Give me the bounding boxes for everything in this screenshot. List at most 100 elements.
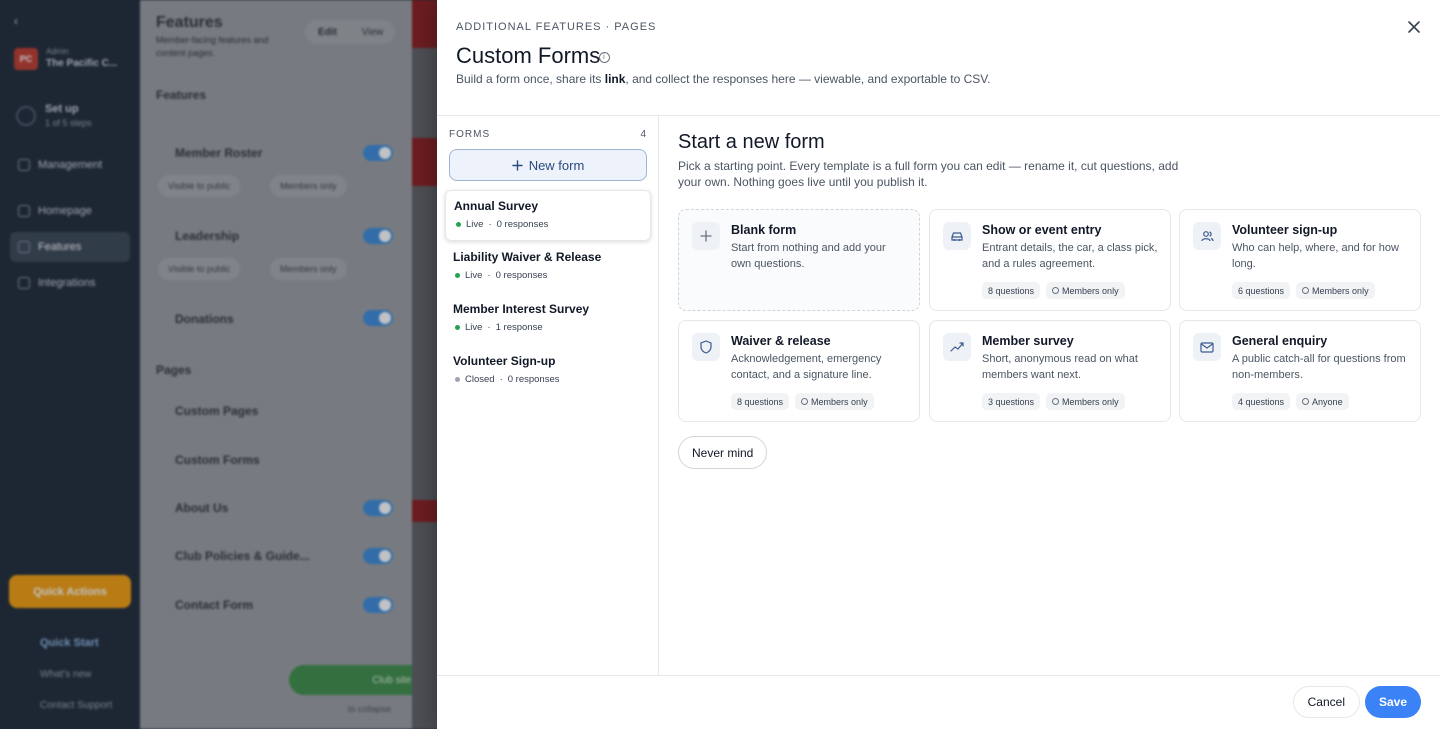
form-item-annual-survey[interactable]: Annual Survey Live · 0 responses	[445, 190, 651, 241]
forms-count: 4	[640, 129, 646, 140]
subtitle-text: Build a form once, share its	[456, 72, 605, 86]
form-status: Live	[465, 322, 483, 333]
template-tags: 8 questions Members only	[982, 282, 1125, 299]
access-label: Anyone	[1312, 396, 1343, 407]
form-status: Closed	[465, 374, 495, 385]
form-item-liability-waiver[interactable]: Liability Waiver & Release Live · 0 respon…	[445, 242, 651, 293]
status-dot	[455, 273, 460, 278]
status-dot	[455, 377, 460, 382]
questions-badge: 8 questions	[982, 282, 1041, 299]
form-name: Annual Survey	[454, 199, 539, 213]
access-label: Members only	[811, 396, 868, 407]
template-desc: A public catch-all for questions from no…	[1232, 353, 1406, 381]
template-tags: 4 questions Anyone	[1232, 393, 1349, 410]
trend-icon	[943, 333, 971, 361]
breadcrumb: Additional Features · Pages	[456, 21, 657, 33]
link-emphasis: link	[604, 72, 626, 86]
form-name: Liability Waiver & Release	[453, 250, 602, 264]
questions-badge: 3 questions	[982, 393, 1041, 410]
mail-icon	[1193, 333, 1221, 361]
start-title: Start a new form	[678, 131, 825, 153]
users-icon	[1193, 222, 1221, 250]
form-meta: Closed · 0 responses	[453, 374, 643, 385]
template-blank-form[interactable]: Blank form Start from nothing and add yo…	[678, 209, 920, 311]
new-form-label: New form	[528, 157, 585, 173]
custom-forms-drawer: Additional Features · Pages Custom Forms…	[437, 0, 1440, 729]
status-dot	[455, 325, 460, 330]
template-desc: Start from nothing and add your own ques…	[731, 242, 886, 270]
form-responses: 0 responses	[496, 219, 549, 230]
template-title: Volunteer sign-up	[1232, 223, 1338, 237]
cancel-button[interactable]: Cancel	[1292, 686, 1360, 718]
access-label: Members only	[1312, 285, 1369, 296]
globe-icon	[1302, 398, 1310, 405]
form-meta: Live · 1 response	[453, 322, 643, 333]
never-mind-button[interactable]: Never mind	[678, 436, 768, 469]
page-subtitle: Build a form once, share its link, and c…	[456, 72, 991, 86]
form-responses: 1 response	[495, 322, 543, 333]
modal-overlay[interactable]	[0, 0, 437, 729]
form-meta: Live · 0 responses	[454, 219, 642, 230]
form-responses: 0 responses	[495, 270, 548, 281]
form-responses: 0 responses	[507, 374, 560, 385]
template-volunteer-signup[interactable]: Volunteer sign-up Who can help, where, a…	[1179, 209, 1421, 311]
forms-label: Forms	[449, 129, 491, 140]
lock-icon	[801, 398, 809, 405]
template-desc: Who can help, where, and for how long.	[1232, 242, 1399, 270]
template-tags: 3 questions Members only	[982, 393, 1125, 410]
car-icon	[943, 222, 971, 250]
access-badge: Members only	[1296, 282, 1375, 299]
template-member-survey[interactable]: Member survey Short, anonymous read on w…	[929, 320, 1171, 422]
close-icon[interactable]	[1406, 19, 1422, 35]
questions-badge: 8 questions	[731, 393, 790, 410]
drawer-header: Additional Features · Pages Custom Forms…	[437, 0, 1440, 116]
status-dot	[456, 222, 461, 227]
start-description: Pick a starting point. Every template is…	[678, 159, 1179, 189]
info-icon[interactable]	[599, 52, 610, 63]
access-badge: Members only	[1046, 393, 1125, 410]
template-desc: Short, anonymous read on what members wa…	[982, 353, 1138, 381]
plus-icon	[692, 222, 720, 250]
lock-icon	[1052, 287, 1060, 294]
separator: ·	[499, 374, 503, 385]
form-status: Live	[466, 219, 484, 230]
forms-list-panel: Forms 4 New form Annual Survey Live · 0 re…	[437, 116, 659, 675]
form-meta: Live · 0 responses	[453, 270, 643, 281]
shield-icon	[692, 333, 720, 361]
lock-icon	[1052, 398, 1060, 405]
template-desc: Entrant details, the car, a class pick, …	[982, 242, 1158, 270]
separator: ·	[488, 219, 492, 230]
new-form-button[interactable]: New form	[449, 149, 647, 181]
template-waiver-release[interactable]: Waiver & release Acknowledgement, emerge…	[678, 320, 920, 422]
form-item-member-interest[interactable]: Member Interest Survey Live · 1 response	[445, 294, 651, 345]
questions-badge: 4 questions	[1232, 393, 1291, 410]
subtitle-text: , and collect the responses here — viewa…	[625, 72, 991, 86]
save-button[interactable]: Save	[1364, 686, 1421, 718]
template-title: Blank form	[731, 223, 797, 237]
template-title: Show or event entry	[982, 223, 1102, 237]
lock-icon	[1302, 287, 1310, 294]
form-status: Live	[465, 270, 483, 281]
plus-icon	[511, 159, 523, 171]
page-title: Custom Forms	[456, 43, 601, 68]
form-name: Volunteer Sign-up	[453, 354, 556, 368]
template-title: Waiver & release	[731, 334, 831, 348]
questions-badge: 6 questions	[1232, 282, 1291, 299]
template-general-enquiry[interactable]: General enquiry A public catch-all for q…	[1179, 320, 1421, 422]
template-title: General enquiry	[1232, 334, 1328, 348]
template-title: Member survey	[982, 334, 1074, 348]
template-desc: Acknowledgement, emergency contact, and …	[731, 353, 882, 381]
access-badge: Members only	[1046, 282, 1125, 299]
form-name: Member Interest Survey	[453, 302, 590, 316]
access-label: Members only	[1062, 285, 1119, 296]
access-label: Members only	[1062, 396, 1119, 407]
access-badge: Members only	[795, 393, 874, 410]
form-item-volunteer-signup[interactable]: Volunteer Sign-up Closed · 0 responses	[445, 346, 651, 397]
separator: ·	[487, 322, 491, 333]
drawer-footer	[437, 675, 1440, 729]
template-show-event-entry[interactable]: Show or event entry Entrant details, the…	[929, 209, 1171, 311]
access-badge: Anyone	[1296, 393, 1349, 410]
template-tags: 8 questions Members only	[731, 393, 874, 410]
separator: ·	[487, 270, 491, 281]
template-tags: 6 questions Members only	[1232, 282, 1375, 299]
